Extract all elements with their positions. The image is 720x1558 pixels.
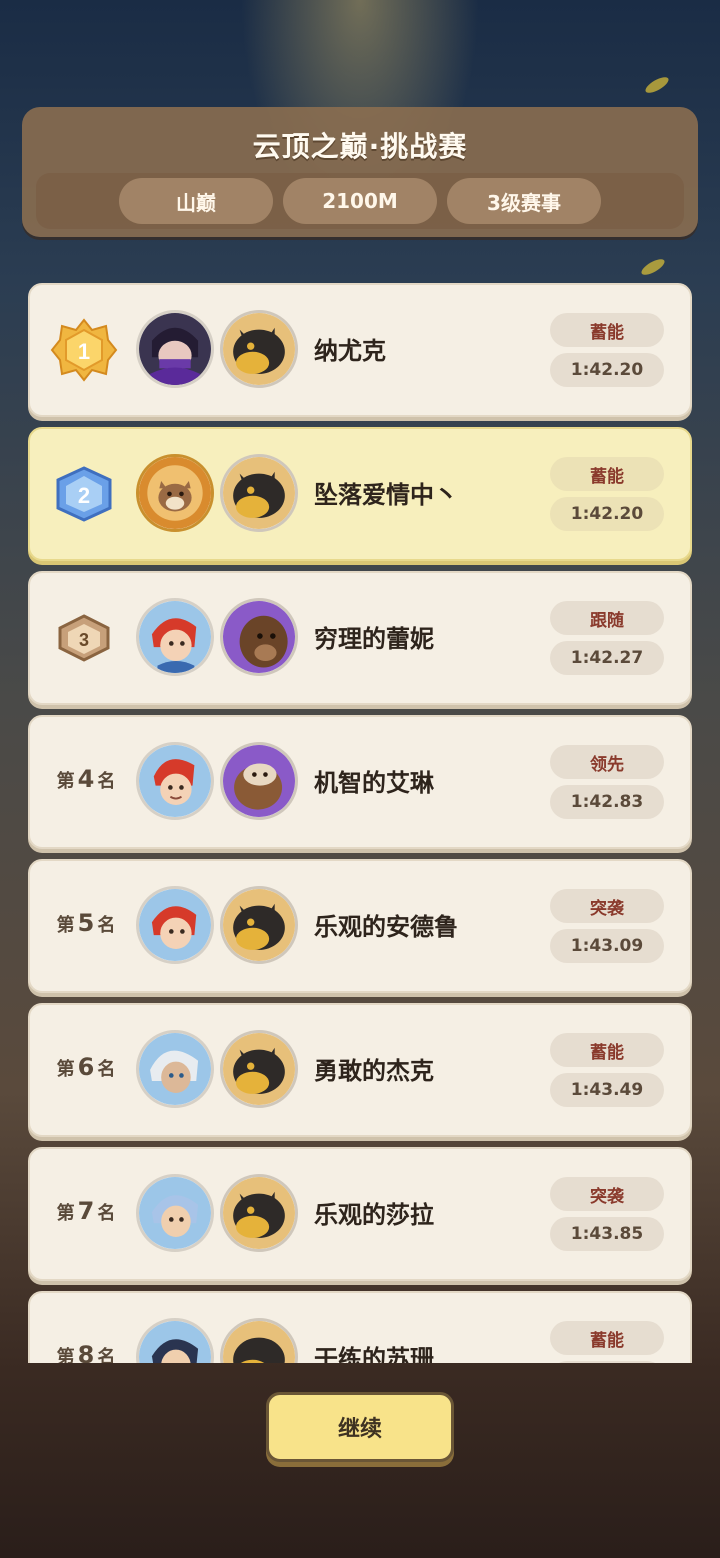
race-header: 云顶之巅·挑战赛 山巅 2100M 3级赛事 [22, 107, 698, 237]
mount-avatar[interactable] [220, 1318, 298, 1363]
silver-rank-badge-icon: 2 [56, 466, 112, 522]
result-row[interactable]: 第6名 勇敢的杰克 蓄能 1:43.49 [28, 1003, 692, 1137]
rank-label: 第4名 [56, 765, 116, 793]
mount-avatar[interactable] [220, 886, 298, 964]
bronze-rank-badge-icon: 3 [58, 614, 110, 662]
run-style-badge: 跟随 [550, 601, 664, 635]
finish-time: 1:42.20 [550, 353, 664, 387]
falling-leaf-decoration [639, 256, 667, 278]
mount-avatar[interactable] [220, 598, 298, 676]
continue-button[interactable]: 继续 [266, 1392, 454, 1462]
run-style-badge: 蓄能 [550, 313, 664, 347]
racer-avatar[interactable] [136, 886, 214, 964]
rank-label: 第7名 [56, 1197, 116, 1225]
result-row[interactable]: 第7名 乐观的莎拉 突袭 1:43.85 [28, 1147, 692, 1281]
finish-time: 1:43.49 [550, 1073, 664, 1107]
mount-avatar[interactable] [220, 454, 298, 532]
grade-tag: 3级赛事 [447, 178, 601, 224]
racer-name: 干练的苏珊 [314, 1345, 434, 1363]
racer-avatar[interactable] [136, 1030, 214, 1108]
mount-avatar[interactable] [220, 1174, 298, 1252]
result-row[interactable]: 1 纳尤克 蓄能 1:42.20 [28, 283, 692, 417]
racer-avatar[interactable] [136, 1174, 214, 1252]
rank-label: 第8名 [56, 1341, 116, 1363]
rank-label: 第6名 [56, 1053, 116, 1081]
racer-avatar[interactable] [136, 742, 214, 820]
results-list[interactable]: 1 纳尤克 蓄能 1:42.20 2 坠落爱情中丶 蓄能 1:42.20 3 穷… [28, 283, 692, 1363]
run-style-badge: 蓄能 [550, 457, 664, 491]
run-style-badge: 突袭 [550, 889, 664, 923]
racer-avatar[interactable] [136, 1318, 214, 1363]
race-tags: 山巅 2100M 3级赛事 [36, 173, 684, 229]
racer-name: 穷理的蕾妮 [314, 625, 434, 653]
finish-time: 1:43.09 [550, 929, 664, 963]
finish-time: 1:43.85 [550, 1217, 664, 1251]
run-style-badge: 领先 [550, 745, 664, 779]
mount-avatar[interactable] [220, 1030, 298, 1108]
result-row[interactable]: 3 穷理的蕾妮 跟随 1:42.27 [28, 571, 692, 705]
run-style-badge: 突袭 [550, 1177, 664, 1211]
finish-time [550, 1361, 664, 1363]
racer-name: 乐观的安德鲁 [314, 913, 458, 941]
rank-label: 第5名 [56, 909, 116, 937]
finish-time: 1:42.20 [550, 497, 664, 531]
finish-time: 1:42.83 [550, 785, 664, 819]
racer-name: 勇敢的杰克 [314, 1057, 434, 1085]
distance-tag: 2100M [283, 178, 437, 224]
svg-text:3: 3 [79, 630, 89, 650]
racer-name: 坠落爱情中丶 [314, 481, 458, 509]
finish-time: 1:42.27 [550, 641, 664, 675]
terrain-tag: 山巅 [119, 178, 273, 224]
result-row-player[interactable]: 2 坠落爱情中丶 蓄能 1:42.20 [28, 427, 692, 561]
result-row[interactable]: 第5名 乐观的安德鲁 突袭 1:43.09 [28, 859, 692, 993]
svg-text:2: 2 [78, 483, 90, 508]
race-title: 云顶之巅·挑战赛 [252, 130, 468, 163]
run-style-badge: 蓄能 [550, 1033, 664, 1067]
mount-avatar[interactable] [220, 742, 298, 820]
racer-avatar[interactable] [136, 598, 214, 676]
falling-leaf-decoration [643, 74, 671, 96]
racer-avatar[interactable] [136, 454, 214, 532]
racer-name: 机智的艾琳 [314, 769, 434, 797]
gold-rank-badge-icon: 1 [50, 318, 118, 382]
svg-text:1: 1 [78, 339, 90, 364]
racer-name: 纳尤克 [314, 337, 386, 365]
result-row[interactable]: 第8名 干练的苏珊 蓄能 [28, 1291, 692, 1363]
run-style-badge: 蓄能 [550, 1321, 664, 1355]
racer-avatar[interactable] [136, 310, 214, 388]
result-row[interactable]: 第4名 机智的艾琳 领先 1:42.83 [28, 715, 692, 849]
racer-name: 乐观的莎拉 [314, 1201, 434, 1229]
mount-avatar[interactable] [220, 310, 298, 388]
